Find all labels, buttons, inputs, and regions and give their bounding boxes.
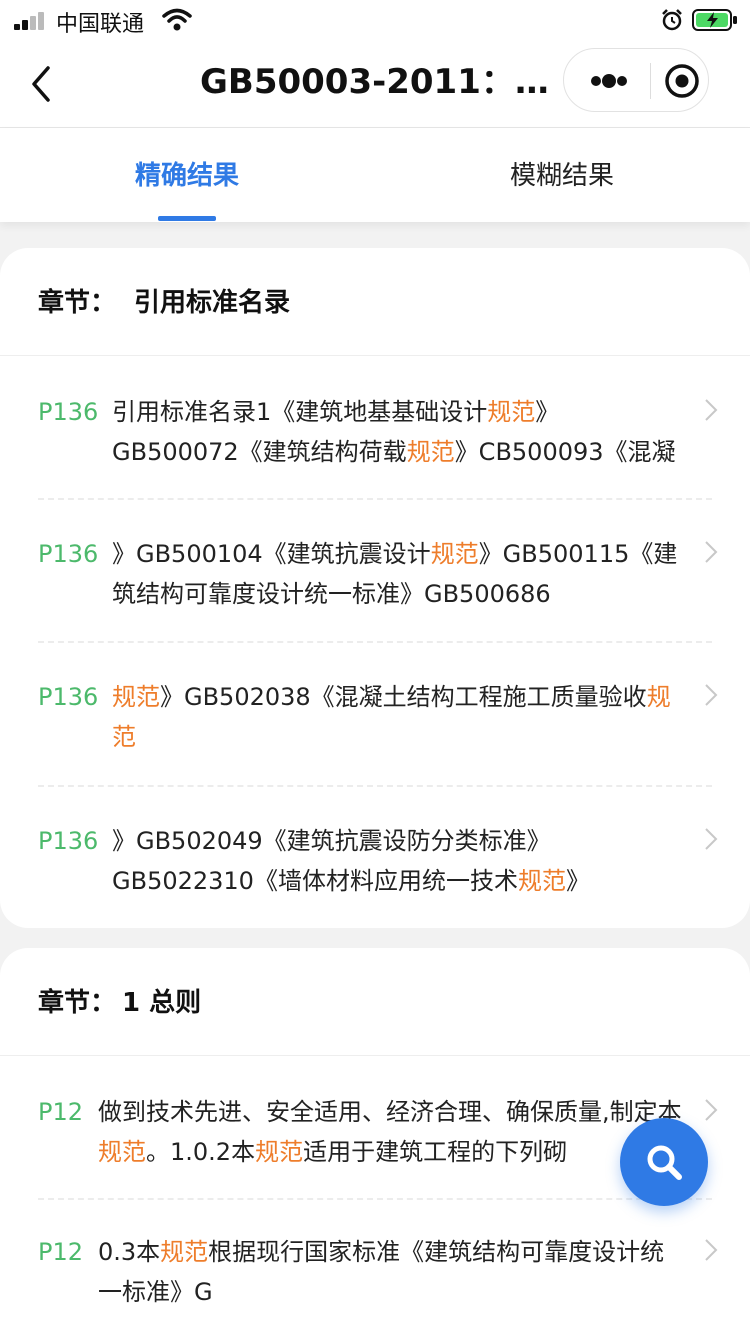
page-number: P136 [38, 398, 99, 426]
signal-icon [14, 12, 48, 30]
page-number: P12 [38, 1238, 84, 1266]
chevron-right-icon [705, 1239, 718, 1261]
tab-fuzzy-results[interactable]: 模糊结果 [432, 128, 692, 222]
highlight-keyword: 规范 [160, 1238, 209, 1266]
highlight-keyword: 规范 [487, 398, 536, 426]
highlight-keyword: 规范 [517, 867, 566, 895]
result-divider [38, 1198, 712, 1200]
search-result-item[interactable]: P136 规范》GB502038《混凝土结构工程施工质量验收规范 [38, 677, 718, 765]
search-icon [647, 1145, 682, 1180]
highlight-keyword: 规范 [98, 1138, 146, 1166]
search-button[interactable] [620, 1118, 708, 1206]
chapter-title: 章节： 引用标准名录 [38, 248, 290, 356]
chapter-prefix: 章节： [38, 988, 117, 1018]
chapter-name: 引用标准名录 [134, 288, 291, 318]
tab-exact-results[interactable]: 精确结果 [57, 128, 317, 222]
chapter-title: 章节： 1 总则 [38, 948, 201, 1056]
result-divider [38, 641, 712, 643]
page-number: P136 [38, 683, 99, 711]
close-target-icon[interactable] [660, 59, 704, 103]
chapter-name: 1 总则 [122, 988, 202, 1018]
chapter-card: 章节： 引用标准名录 P136 引用标准名录1《建筑地基基础设计规范》GB5000… [0, 248, 750, 928]
search-result-item[interactable]: P136 》GB500104《建筑抗震设计规范》GB500115《建筑结构可靠度… [38, 534, 718, 622]
chevron-right-icon [705, 828, 718, 850]
chapter-prefix: 章节： [38, 288, 117, 318]
page-number: P12 [38, 1098, 84, 1126]
wifi-icon [162, 8, 192, 31]
capsule-divider [650, 63, 651, 99]
search-result-item[interactable]: P12 做到技术先进、安全适用、经济合理、确保质量,制定本规范。1.0.2本规范… [38, 1092, 718, 1180]
result-snippet: 规范》GB502038《混凝土结构工程施工质量验收规范 [112, 683, 671, 751]
search-result-item[interactable]: P136 引用标准名录1《建筑地基基础设计规范》GB500072《建筑结构荷载规… [38, 392, 718, 480]
page-title: GB50003-2011：砌体结构设计规范 [200, 62, 552, 102]
result-snippet: 》GB502049《建筑抗震设防分类标准》GB5022310《墙体材料应用统一技… [112, 827, 590, 895]
result-divider [38, 785, 712, 787]
result-snippet: 做到技术先进、安全适用、经济合理、确保质量,制定本规范。1.0.2本规范适用于建… [98, 1098, 682, 1166]
chevron-right-icon [705, 541, 718, 563]
result-divider [38, 498, 712, 500]
chapter-header: 章节： 引用标准名录 [0, 248, 750, 356]
search-result-item[interactable]: P136 》GB502049《建筑抗震设防分类标准》GB5022310《墙体材料… [38, 821, 718, 909]
result-snippet: 引用标准名录1《建筑地基基础设计规范》GB500072《建筑结构荷载规范》CB5… [112, 398, 676, 466]
chapter-header: 章节： 1 总则 [0, 948, 750, 1056]
alarm-icon [662, 9, 682, 31]
highlight-keyword: 规范 [112, 683, 160, 711]
page-number: P136 [38, 540, 99, 568]
result-tabs: 精确结果 模糊结果 [0, 128, 750, 222]
carrier-name: 中国联通 [56, 12, 145, 37]
chevron-right-icon [705, 399, 718, 421]
battery-icon [692, 9, 737, 31]
mini-program-capsule [563, 48, 709, 112]
highlight-keyword: 规范 [255, 1138, 304, 1166]
chevron-right-icon [705, 684, 718, 706]
back-icon[interactable] [26, 64, 56, 104]
nav-bar: GB50003-2011：砌体结构设计规范 [0, 40, 750, 128]
more-dots-icon[interactable] [578, 59, 638, 103]
active-tab-indicator [158, 216, 216, 221]
search-result-item[interactable]: P12 0.3本规范根据现行国家标准《建筑结构可靠度设计统一标准》G [38, 1232, 718, 1320]
result-snippet: 0.3本规范根据现行国家标准《建筑结构可靠度设计统一标准》G [98, 1238, 665, 1306]
highlight-keyword: 规范 [430, 540, 479, 568]
result-snippet: 》GB500104《建筑抗震设计规范》GB500115《建筑结构可靠度设计统一标… [112, 540, 678, 608]
page-number: P136 [38, 827, 99, 855]
highlight-keyword: 规范 [406, 438, 455, 466]
chevron-right-icon [705, 1099, 718, 1121]
status-bar: 中国联通 [0, 0, 750, 40]
